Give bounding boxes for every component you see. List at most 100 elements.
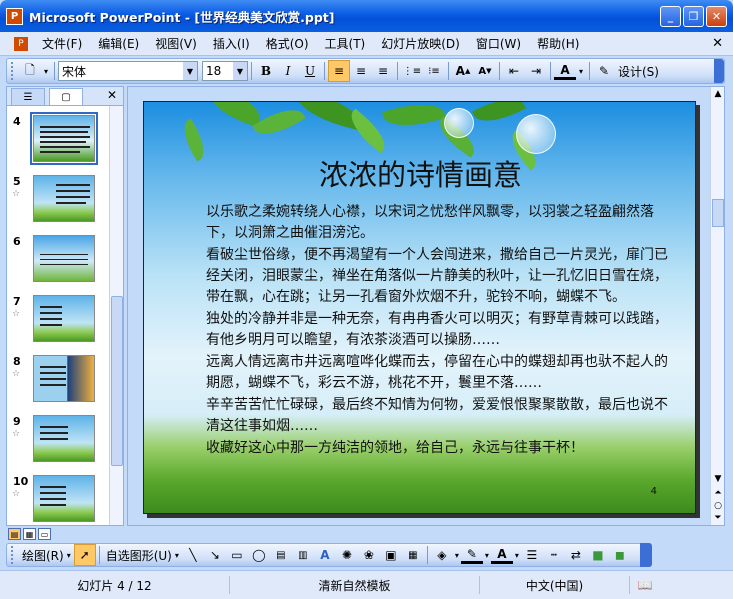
- slide-thumbnail[interactable]: [33, 235, 95, 282]
- powerpoint-icon[interactable]: P: [6, 7, 23, 25]
- close-document-icon[interactable]: ✕: [712, 36, 723, 51]
- thumbnail-slide-5[interactable]: 5 ☆: [7, 173, 111, 233]
- slide-thumbnail[interactable]: [30, 112, 98, 165]
- design-icon[interactable]: ✎: [593, 60, 615, 82]
- picture-icon[interactable]: ▣: [380, 544, 402, 566]
- slide-sorter-icon[interactable]: ▦: [23, 528, 36, 540]
- spelling-check-icon[interactable]: 📖: [630, 576, 660, 594]
- bullets-button[interactable]: ⁝≡: [423, 60, 445, 82]
- font-color-icon[interactable]: A: [490, 546, 513, 564]
- scroll-down-icon[interactable]: ▼: [712, 473, 724, 485]
- menu-slideshow[interactable]: 幻灯片放映(D): [373, 35, 468, 52]
- scrollbar-thumb[interactable]: [111, 296, 123, 466]
- chevron-down-icon[interactable]: ▾: [483, 544, 491, 566]
- language-status[interactable]: 中文(中国): [480, 576, 630, 594]
- slides-tab[interactable]: ▢: [49, 88, 83, 105]
- thumbnail-slide-9[interactable]: 9 ☆: [7, 413, 111, 473]
- template-status[interactable]: 清新自然模板: [230, 576, 480, 594]
- menu-help[interactable]: 帮助(H): [529, 35, 587, 52]
- minimize-button[interactable]: _: [660, 6, 681, 27]
- select-pointer-icon[interactable]: ➚: [73, 544, 96, 566]
- dash-style-icon[interactable]: ┅: [543, 544, 565, 566]
- chevron-down-icon[interactable]: ▾: [64, 544, 74, 566]
- arrow-icon[interactable]: ↘: [204, 544, 226, 566]
- design-button[interactable]: 设计(S): [618, 63, 659, 80]
- slide-thumbnail[interactable]: [33, 475, 95, 522]
- chevron-down-icon[interactable]: ▾: [576, 60, 586, 82]
- slide-thumbnail[interactable]: [33, 415, 95, 462]
- slide-thumbnail[interactable]: [33, 355, 95, 402]
- chevron-down-icon[interactable]: ▾: [172, 544, 182, 566]
- previous-slide-icon[interactable]: ⏶: [712, 487, 724, 499]
- outline-tab[interactable]: ☰: [11, 88, 45, 105]
- menu-window[interactable]: 窗口(W): [468, 35, 529, 52]
- slideshow-view-icon[interactable]: ▭: [38, 528, 51, 540]
- rectangle-icon[interactable]: ▭: [226, 544, 248, 566]
- arrow-style-icon[interactable]: ⇄: [565, 544, 587, 566]
- bold-button[interactable]: B: [255, 60, 277, 82]
- draw-menu-button[interactable]: 绘图(R): [22, 547, 64, 564]
- select-browse-icon[interactable]: ○: [712, 500, 724, 512]
- slide-thumbnail[interactable]: [33, 175, 95, 222]
- 3d-style-icon[interactable]: ◼: [609, 544, 631, 566]
- scroll-up-icon[interactable]: ▲: [712, 88, 724, 100]
- new-document-icon[interactable]: 🗋: [19, 60, 41, 82]
- chevron-down-icon[interactable]: ▾: [453, 544, 461, 566]
- font-name-select[interactable]: 宋体 ▼: [58, 61, 198, 81]
- toolbar-options-icon[interactable]: ▾: [41, 60, 51, 82]
- restore-button[interactable]: ❐: [683, 6, 704, 27]
- menu-edit[interactable]: 编辑(E): [90, 35, 147, 52]
- document-menu-icon[interactable]: P: [14, 36, 28, 51]
- fill-color-icon[interactable]: ◈: [431, 544, 453, 566]
- slide-body-text[interactable]: 以乐歌之柔婉转绕人心襟，以宋词之忧愁伴风飘零，以羽裳之轻盈翩然落下，以洞箫之曲催…: [206, 202, 671, 460]
- align-left-button[interactable]: ≡: [328, 60, 350, 82]
- toolbar-overflow-button[interactable]: [714, 59, 724, 83]
- line-style-icon[interactable]: ☰: [521, 544, 543, 566]
- align-right-button[interactable]: ≡: [372, 60, 394, 82]
- chevron-down-icon[interactable]: ▾: [513, 544, 521, 566]
- increase-indent-button[interactable]: ⇥: [525, 60, 547, 82]
- menu-insert[interactable]: 插入(I): [205, 35, 258, 52]
- chevron-down-icon[interactable]: ▼: [183, 62, 197, 80]
- numbering-button[interactable]: ⋮≡: [401, 60, 423, 82]
- underline-button[interactable]: U: [299, 60, 321, 82]
- vertical-textbox-icon[interactable]: ▥: [292, 544, 314, 566]
- autoshapes-button[interactable]: 自选图形(U): [106, 547, 172, 564]
- textbox-icon[interactable]: ▤: [270, 544, 292, 566]
- toolbar-grip[interactable]: [11, 62, 15, 80]
- decrease-font-button[interactable]: A ▼: [474, 60, 496, 82]
- thumbnail-slide-8[interactable]: 8 ☆: [7, 353, 111, 413]
- thumbnail-slide-10[interactable]: 10 ☆: [7, 473, 111, 533]
- thumbnail-slide-6[interactable]: 6: [7, 233, 111, 293]
- align-center-button[interactable]: ≡: [350, 60, 372, 82]
- italic-button[interactable]: I: [277, 60, 299, 82]
- increase-font-button[interactable]: A ▲: [452, 60, 474, 82]
- scrollbar-thumb[interactable]: [712, 199, 724, 227]
- diagram-icon[interactable]: ✺: [336, 544, 358, 566]
- menu-file[interactable]: 文件(F): [34, 35, 90, 52]
- menu-tools[interactable]: 工具(T): [317, 35, 374, 52]
- close-window-button[interactable]: ✕: [706, 6, 727, 27]
- wordart-icon[interactable]: A: [314, 544, 336, 566]
- slide-editor-scrollbar[interactable]: ▲ ▼ ⏶ ○ ⏷: [710, 87, 724, 525]
- close-icon[interactable]: ✕: [107, 88, 117, 102]
- chart-icon[interactable]: ▦: [402, 544, 424, 566]
- line-icon[interactable]: ╲: [182, 544, 204, 566]
- toolbar-overflow-button[interactable]: [640, 543, 652, 567]
- slides-pane-scrollbar[interactable]: [109, 106, 123, 525]
- oval-icon[interactable]: ◯: [248, 544, 270, 566]
- normal-view-icon[interactable]: ▤: [8, 528, 21, 540]
- menu-format[interactable]: 格式(O): [258, 35, 317, 52]
- slide-title[interactable]: 浓浓的诗情画意: [144, 152, 695, 194]
- slide-canvas[interactable]: 浓浓的诗情画意 以乐歌之柔婉转绕人心襟，以宋词之忧愁伴风飘零，以羽裳之轻盈翩然落…: [143, 101, 696, 514]
- thumbnail-slide-4[interactable]: 4: [7, 112, 111, 173]
- font-size-select[interactable]: 18 ▼: [202, 61, 248, 81]
- shadow-style-icon[interactable]: ■: [587, 544, 609, 566]
- thumbnail-slide-7[interactable]: 7 ☆: [7, 293, 111, 353]
- chevron-down-icon[interactable]: ▼: [233, 62, 247, 80]
- menu-view[interactable]: 视图(V): [147, 35, 205, 52]
- line-color-icon[interactable]: ✎: [460, 546, 483, 564]
- font-color-button[interactable]: A: [554, 62, 576, 80]
- next-slide-icon[interactable]: ⏷: [712, 512, 724, 524]
- toolbar-grip[interactable]: [11, 546, 15, 564]
